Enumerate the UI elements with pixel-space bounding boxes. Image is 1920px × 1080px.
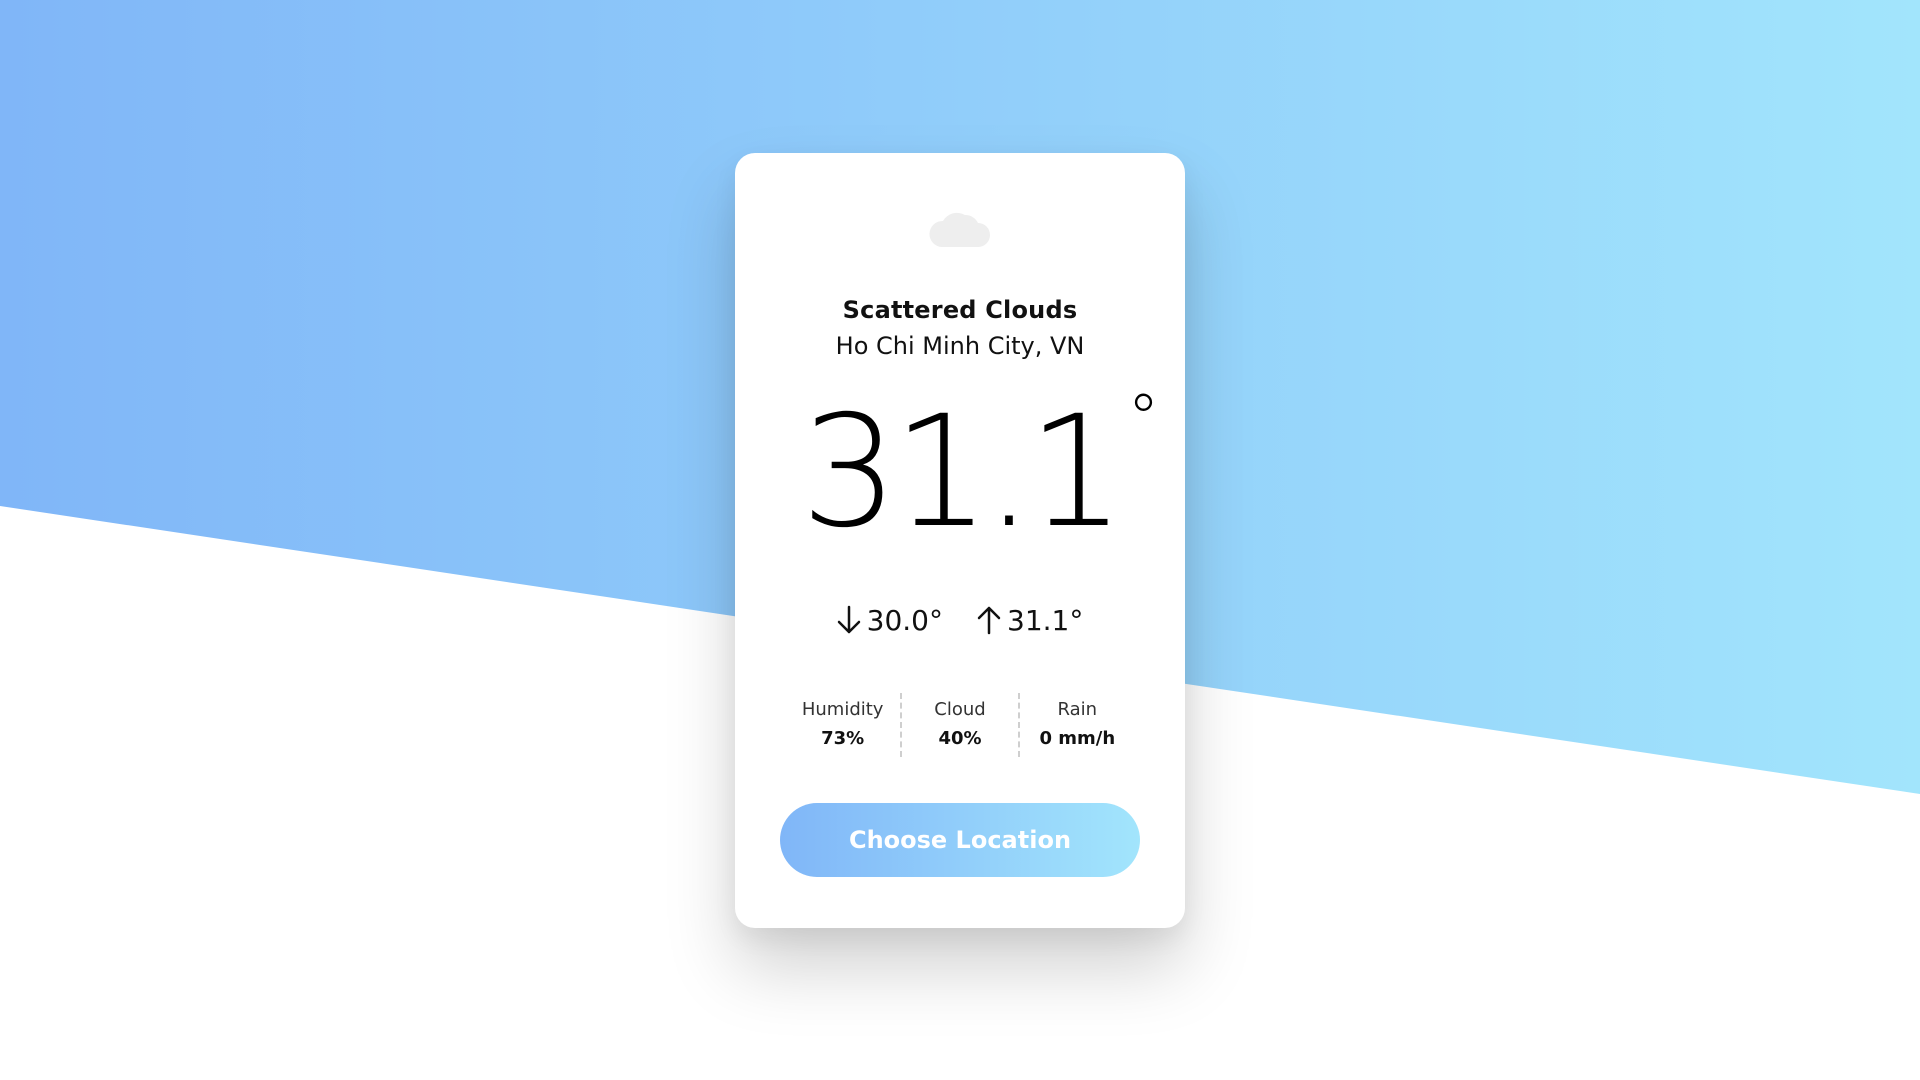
arrow-down-icon: [837, 605, 860, 634]
min-max-temperature: 30.0° 31.1°: [735, 600, 1185, 640]
cloud-icon: [929, 212, 990, 247]
degree-symbol: °: [1127, 382, 1159, 456]
weather-card: Scattered Clouds Ho Chi Minh City, VN 31…: [735, 153, 1185, 928]
weather-description: Scattered Clouds: [842, 296, 1078, 324]
rain-stat: Rain 0 mm/h: [1017, 693, 1135, 757]
location-name: Ho Chi Minh City, VN: [835, 332, 1085, 360]
humidity-value: 73%: [821, 728, 865, 749]
min-temperature-value: 30.0°: [866, 603, 943, 637]
current-temperature: 31.1 °: [735, 382, 1185, 553]
humidity-stat: Humidity 73%: [785, 693, 900, 757]
min-temperature: 30.0°: [837, 604, 943, 637]
choose-location-button[interactable]: Choose Location: [780, 803, 1140, 877]
temperature-value: 31.1 °: [801, 382, 1160, 553]
arrow-up-icon: [977, 606, 1001, 635]
weather-stats: Humidity 73% Cloud 40% Rain 0 mm/h: [785, 693, 1135, 757]
max-temperature: 31.1°: [977, 604, 1083, 637]
temperature-number: 31.1: [800, 383, 1126, 562]
cloud-stat: Cloud 40%: [900, 693, 1017, 757]
cloud-value: 40%: [938, 728, 982, 749]
page-background: Scattered Clouds Ho Chi Minh City, VN 31…: [0, 0, 1920, 1080]
cloud-label: Cloud: [934, 699, 986, 720]
max-temperature-value: 31.1°: [1007, 603, 1084, 637]
rain-label: Rain: [1057, 699, 1098, 720]
humidity-label: Humidity: [801, 699, 884, 720]
rain-value: 0 mm/h: [1039, 728, 1116, 749]
